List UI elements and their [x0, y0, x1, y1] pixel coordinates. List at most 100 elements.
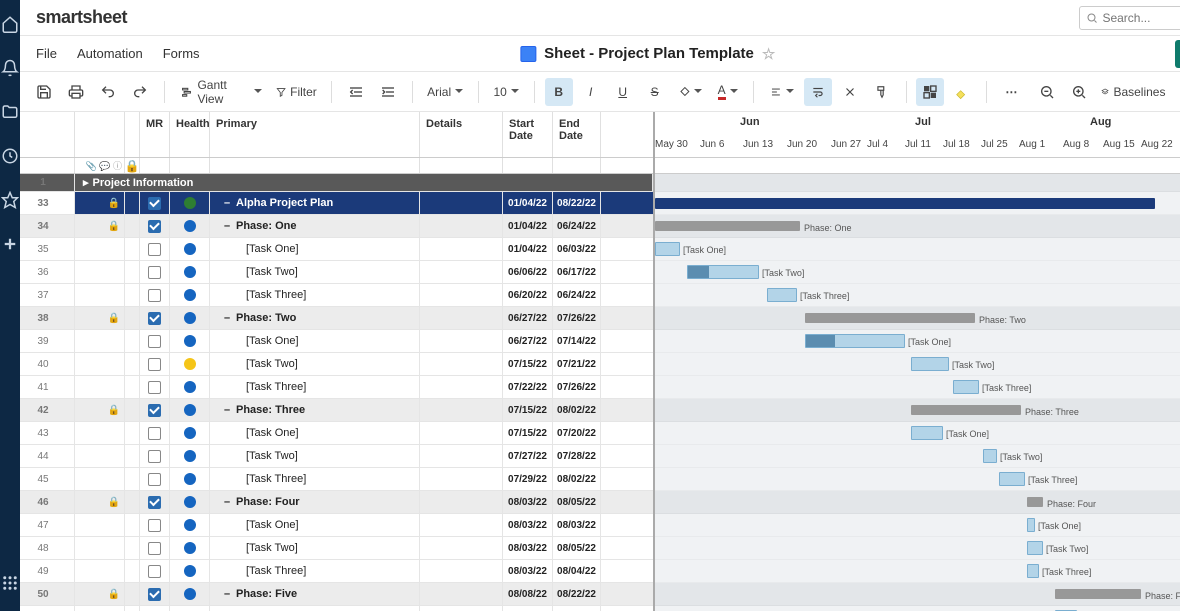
checkbox[interactable]: [148, 427, 161, 440]
zoom-out-icon[interactable]: [1033, 78, 1061, 106]
save-icon[interactable]: [30, 78, 58, 106]
gantt-bar[interactable]: [Task Two]: [1027, 541, 1043, 555]
gantt-bar[interactable]: [Task Two]: [687, 265, 759, 279]
table-row[interactable]: 36[Task Two]06/06/2206/17/22: [20, 261, 653, 284]
table-row[interactable]: 47[Task One]08/03/2208/03/22: [20, 514, 653, 537]
table-row[interactable]: 37[Task Three]06/20/2206/24/22: [20, 284, 653, 307]
menu-file[interactable]: File: [36, 46, 57, 61]
table-row[interactable]: 49[Task Three]08/03/2208/04/22: [20, 560, 653, 583]
apps-grid-icon[interactable]: [0, 573, 20, 593]
clear-format-icon[interactable]: [836, 78, 864, 106]
gantt-bar[interactable]: [Task Three]: [1027, 564, 1039, 578]
strike-button[interactable]: S: [641, 78, 669, 106]
print-icon[interactable]: [62, 78, 90, 106]
checkbox[interactable]: [148, 289, 161, 302]
gantt-bar[interactable]: [655, 198, 1155, 209]
gantt-bar[interactable]: Phase: Four: [1027, 497, 1043, 507]
gantt-bar[interactable]: [Task Two]: [911, 357, 949, 371]
bell-icon[interactable]: [0, 58, 20, 78]
global-search[interactable]: [1079, 6, 1180, 30]
gantt-bar[interactable]: [Task One]: [805, 334, 905, 348]
conditional-format-icon[interactable]: [916, 78, 944, 106]
gantt-bar[interactable]: Phase: Two: [805, 313, 975, 323]
italic-button[interactable]: I: [577, 78, 605, 106]
menu-automation[interactable]: Automation: [77, 46, 143, 61]
table-row[interactable]: 50🔒–Phase: Five08/08/2208/22/22: [20, 583, 653, 606]
col-primary[interactable]: Primary: [210, 112, 420, 157]
checkbox[interactable]: [148, 565, 161, 578]
menu-forms[interactable]: Forms: [163, 46, 200, 61]
plus-icon[interactable]: [0, 234, 20, 254]
col-health[interactable]: Health: [170, 112, 210, 157]
fill-color-button[interactable]: [673, 78, 709, 106]
expand-toggle[interactable]: –: [222, 220, 232, 232]
table-row[interactable]: 34🔒–Phase: One01/04/2206/24/22: [20, 215, 653, 238]
baselines-button[interactable]: Baselines: [1097, 78, 1169, 106]
format-painter-icon[interactable]: [868, 78, 896, 106]
outdent-icon[interactable]: [342, 78, 370, 106]
table-row[interactable]: 41[Task Three]07/22/2207/26/22: [20, 376, 653, 399]
share-button[interactable]: Share: [1175, 40, 1180, 68]
checkbox[interactable]: [148, 197, 161, 210]
font-dropdown[interactable]: Arial: [423, 78, 468, 106]
checkbox[interactable]: [148, 473, 161, 486]
home-icon[interactable]: [0, 14, 20, 34]
highlight-icon[interactable]: [948, 78, 976, 106]
checkbox[interactable]: [148, 519, 161, 532]
gantt-bar[interactable]: [Task Three]: [953, 380, 979, 394]
fontsize-dropdown[interactable]: 10: [489, 78, 524, 106]
folder-icon[interactable]: [0, 102, 20, 122]
checkbox[interactable]: [148, 266, 161, 279]
table-row[interactable]: 1▸Project Information: [20, 174, 653, 192]
checkbox[interactable]: [148, 404, 161, 417]
table-row[interactable]: 33🔒–Alpha Project Plan01/04/2208/22/22: [20, 192, 653, 215]
gantt-bar[interactable]: Phase: Three: [911, 405, 1021, 415]
redo-icon[interactable]: [126, 78, 154, 106]
table-row[interactable]: 48[Task Two]08/03/2208/05/22: [20, 537, 653, 560]
recent-icon[interactable]: [0, 146, 20, 166]
wrap-button[interactable]: [804, 78, 832, 106]
checkbox[interactable]: [148, 358, 161, 371]
gantt-bar[interactable]: [Task One]: [655, 242, 680, 256]
table-row[interactable]: 51[Task One]08/08/2208/11/22: [20, 606, 653, 611]
checkbox[interactable]: [148, 588, 161, 601]
expand-toggle[interactable]: –: [222, 588, 232, 600]
filter-button[interactable]: Filter: [272, 78, 321, 106]
table-row[interactable]: 44[Task Two]07/27/2207/28/22: [20, 445, 653, 468]
table-row[interactable]: 42🔒–Phase: Three07/15/2208/02/22: [20, 399, 653, 422]
gantt-bar[interactable]: Phase: Five: [1055, 589, 1141, 599]
zoom-in-icon[interactable]: [1065, 78, 1093, 106]
checkbox[interactable]: [148, 381, 161, 394]
table-row[interactable]: 40[Task Two]07/15/2207/21/22: [20, 353, 653, 376]
checkbox[interactable]: [148, 542, 161, 555]
checkbox[interactable]: [148, 450, 161, 463]
underline-button[interactable]: U: [609, 78, 637, 106]
h-align-button[interactable]: [764, 78, 800, 106]
expand-toggle[interactable]: –: [222, 496, 232, 508]
expand-toggle[interactable]: –: [222, 312, 232, 324]
table-row[interactable]: 45[Task Three]07/29/2208/02/22: [20, 468, 653, 491]
checkbox[interactable]: [148, 243, 161, 256]
table-row[interactable]: 46🔒–Phase: Four08/03/2208/05/22: [20, 491, 653, 514]
table-row[interactable]: 35[Task One]01/04/2206/03/22: [20, 238, 653, 261]
col-details[interactable]: Details: [420, 112, 503, 157]
col-mr[interactable]: MR: [140, 112, 170, 157]
text-color-button[interactable]: A: [712, 78, 742, 106]
undo-icon[interactable]: [94, 78, 122, 106]
bold-button[interactable]: B: [545, 78, 573, 106]
more-icon[interactable]: ⋯: [997, 78, 1025, 106]
gantt-bar[interactable]: [Task Two]: [983, 449, 997, 463]
checkbox[interactable]: [148, 496, 161, 509]
table-row[interactable]: 43[Task One]07/15/2207/20/22: [20, 422, 653, 445]
star-icon[interactable]: [0, 190, 20, 210]
search-input[interactable]: [1102, 11, 1180, 25]
expand-toggle[interactable]: –: [222, 404, 232, 416]
table-row[interactable]: 39[Task One]06/27/2207/14/22: [20, 330, 653, 353]
view-dropdown[interactable]: Gantt View: [175, 78, 268, 106]
gantt-bar[interactable]: [Task Three]: [767, 288, 797, 302]
indent-icon[interactable]: [374, 78, 402, 106]
gantt-bar[interactable]: [Task Three]: [999, 472, 1025, 486]
checkbox[interactable]: [148, 220, 161, 233]
critical-path-icon[interactable]: [1173, 78, 1180, 106]
favorite-star-icon[interactable]: ☆: [762, 45, 775, 63]
